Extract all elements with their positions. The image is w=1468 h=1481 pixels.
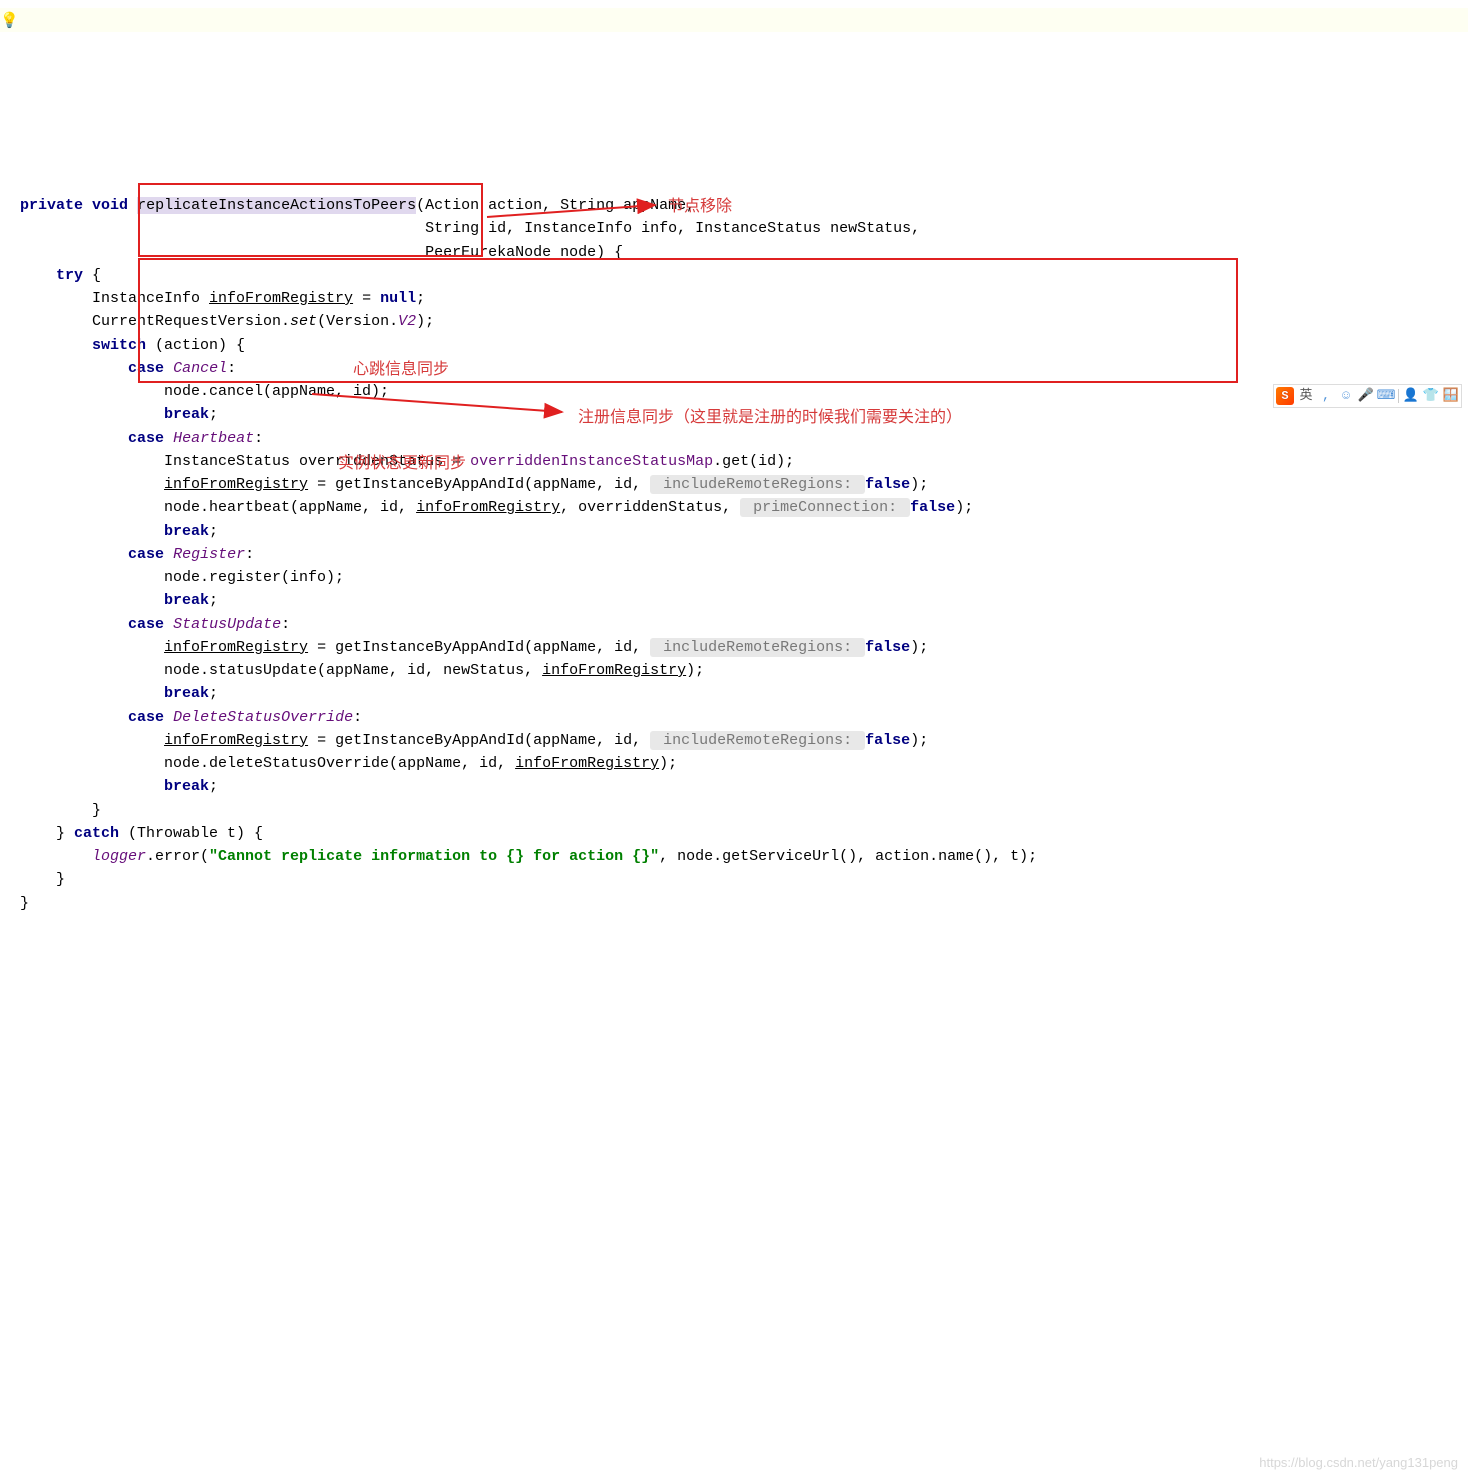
ime-emoji-icon[interactable]: ☺: [1338, 388, 1354, 404]
semi-3: ;: [209, 592, 218, 609]
hb-l3c: , overriddenStatus,: [560, 499, 740, 516]
case-register: Register: [173, 546, 245, 563]
ime-mic-icon[interactable]: 🎤: [1358, 388, 1374, 404]
logger: logger: [92, 848, 146, 865]
method-close: }: [20, 895, 29, 912]
kw-false-2: false: [910, 499, 955, 516]
kw-case-3: case: [128, 546, 164, 563]
hb-l3b: infoFromRegistry: [416, 499, 560, 516]
hb-l1c: .get(id);: [713, 453, 794, 470]
logger-c: , node.getServiceUrl(), action.name(), t…: [659, 848, 1037, 865]
pc-3: );: [910, 639, 928, 656]
keyword-try: try: [56, 267, 83, 284]
case-heartbeat: Heartbeat: [173, 430, 254, 447]
annotation-box-cancel: [138, 183, 483, 257]
annotation-cancel-label: 节点移除: [668, 195, 732, 220]
ime-keyboard-icon[interactable]: ⌨: [1378, 388, 1394, 404]
hb-l1b: overriddenInstanceStatusMap: [470, 453, 713, 470]
kw-false-3: false: [865, 639, 910, 656]
ime-separator: [1398, 389, 1399, 403]
kw-false-1: false: [865, 476, 910, 493]
ime-tool-icon[interactable]: 🪟: [1443, 388, 1459, 404]
try-close: }: [20, 825, 74, 842]
colon-5: :: [353, 709, 362, 726]
reg-body: node.register(info);: [20, 569, 344, 586]
switch-close: }: [20, 802, 101, 819]
pc-1: );: [910, 476, 928, 493]
semi-2: ;: [209, 523, 218, 540]
colon-4: :: [281, 616, 290, 633]
pc-4: );: [686, 662, 704, 679]
hint-irr-1: includeRemoteRegions:: [650, 475, 865, 494]
arrow-to-register-label: [310, 390, 570, 420]
kw-break-4: break: [164, 685, 209, 702]
colon-3: :: [245, 546, 254, 563]
csdn-watermark: https://blog.csdn.net/yang131peng: [1259, 1453, 1458, 1473]
catch-close: }: [20, 871, 65, 888]
kw-false-4: false: [865, 732, 910, 749]
logger-b: .error(: [146, 848, 209, 865]
pc-6: );: [659, 755, 677, 772]
su-l1c: = getInstanceByAppAndId(appName, id,: [308, 639, 650, 656]
del-l2a: node.deleteStatusOverride(appName, id,: [20, 755, 515, 772]
kw-break-5: break: [164, 778, 209, 795]
su-l2a: node.statusUpdate(appName, id, newStatus…: [20, 662, 542, 679]
annotation-heartbeat-label: 心跳信息同步: [353, 358, 449, 383]
hint-irr-2: includeRemoteRegions:: [650, 638, 865, 657]
ime-skin-icon[interactable]: 👕: [1423, 388, 1439, 404]
kw-break-3: break: [164, 592, 209, 609]
catch-txt: (Throwable t) {: [119, 825, 263, 842]
try-brace: {: [83, 267, 101, 284]
semi-1: ;: [209, 406, 218, 423]
del-l1c: = getInstanceByAppAndId(appName, id,: [308, 732, 650, 749]
colon-2: :: [254, 430, 263, 447]
hb-l3a: node.heartbeat(appName, id,: [20, 499, 416, 516]
su-l2b: infoFromRegistry: [542, 662, 686, 679]
semi-4: ;: [209, 685, 218, 702]
kw-case-5: case: [128, 709, 164, 726]
del-l1b: infoFromRegistry: [164, 732, 308, 749]
semi-5: ;: [209, 778, 218, 795]
ime-logo-icon[interactable]: S: [1276, 387, 1294, 405]
case-delete: DeleteStatusOverride: [173, 709, 353, 726]
hb-l2a: [20, 476, 164, 493]
kw-break-2: break: [164, 523, 209, 540]
hint-irr-3: includeRemoteRegions:: [650, 731, 865, 750]
su-l1b: infoFromRegistry: [164, 639, 308, 656]
annotation-box-heartbeat: [138, 258, 1238, 383]
ime-user-icon[interactable]: 👤: [1403, 388, 1419, 404]
kw-case-2: case: [128, 430, 164, 447]
kw-catch: catch: [74, 825, 119, 842]
keyword-private: private: [20, 197, 83, 214]
del-l1a: [20, 732, 164, 749]
hb-l2b: infoFromRegistry: [164, 476, 308, 493]
ime-toolbar[interactable]: S 英 , ☺ 🎤 ⌨ 👤 👕 🪟: [1273, 384, 1462, 408]
kw-case-4: case: [128, 616, 164, 633]
annotation-register-label: 注册信息同步（这里就是注册的时候我们需要关注的）: [578, 406, 962, 431]
su-l1a: [20, 639, 164, 656]
bulb-icon[interactable]: 💡: [0, 10, 12, 22]
pc-2: );: [955, 499, 973, 516]
hint-prime: primeConnection:: [740, 498, 910, 517]
ime-lang-icon[interactable]: 英: [1298, 388, 1314, 404]
pc-5: );: [910, 732, 928, 749]
logger-str: "Cannot replicate information to {} for …: [209, 848, 659, 865]
keyword-void: void: [92, 197, 128, 214]
ime-punct-icon[interactable]: ,: [1318, 388, 1334, 404]
case-status: StatusUpdate: [173, 616, 281, 633]
annotation-status-label: 实例状态更新同步: [338, 452, 466, 477]
hb-l2c: = getInstanceByAppAndId(appName, id,: [308, 476, 650, 493]
current-line-highlight: [0, 8, 1468, 32]
arrow-to-cancel-label: [485, 195, 663, 225]
del-l2b: infoFromRegistry: [515, 755, 659, 772]
kw-break-1: break: [164, 406, 209, 423]
